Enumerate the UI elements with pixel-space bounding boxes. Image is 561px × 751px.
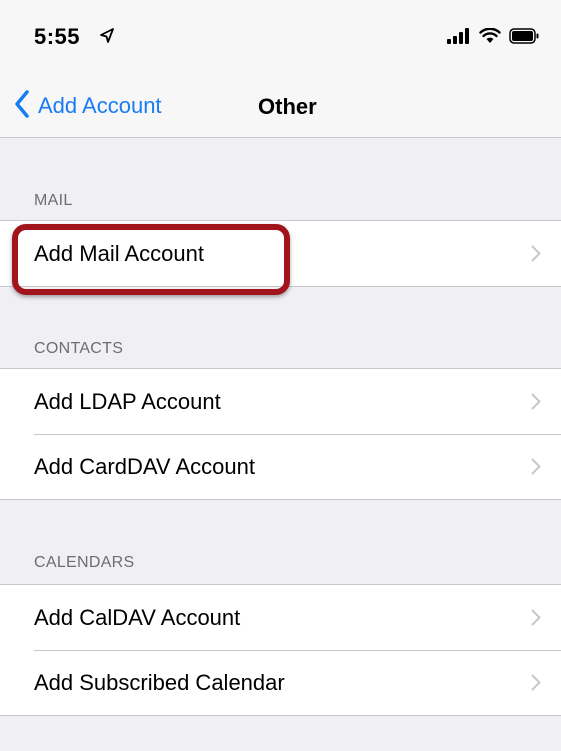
add-subscribed-calendar-row[interactable]: Add Subscribed Calendar	[0, 650, 561, 715]
status-icons	[447, 27, 539, 49]
add-caldav-account-row[interactable]: Add CalDAV Account	[0, 585, 561, 650]
chevron-right-icon	[531, 609, 541, 631]
back-button-label: Add Account	[38, 93, 162, 118]
back-button[interactable]: Add Account	[14, 88, 162, 124]
status-time: 5:55	[34, 24, 81, 49]
add-ldap-account-row[interactable]: Add LDAP Account	[0, 369, 561, 434]
wifi-icon	[479, 27, 501, 49]
chevron-right-icon	[531, 458, 541, 480]
section-header-calendars: CALENDARS	[34, 554, 135, 571]
calendars-group: Add CalDAV Account Add Subscribed Calend…	[0, 584, 561, 716]
section-header-mail: MAIL	[34, 192, 73, 209]
contacts-group: Add LDAP Account Add CardDAV Account	[0, 368, 561, 500]
add-mail-account-row[interactable]: Add Mail Account	[0, 221, 561, 286]
battery-icon	[509, 28, 539, 49]
chevron-right-icon	[531, 674, 541, 696]
row-label: Add CardDAV Account	[34, 453, 255, 479]
status-bar: 5:55	[0, 0, 561, 78]
navigation-bar: Add Account Other	[0, 78, 561, 138]
row-label: Add Subscribed Calendar	[34, 669, 285, 695]
page-title: Other	[258, 94, 317, 119]
cellular-signal-icon	[447, 28, 471, 49]
row-label: Add CalDAV Account	[34, 604, 241, 630]
row-label: Add LDAP Account	[34, 388, 221, 414]
mail-group: Add Mail Account	[0, 220, 561, 287]
add-carddav-account-row[interactable]: Add CardDAV Account	[0, 434, 561, 499]
row-label: Add Mail Account	[34, 240, 204, 266]
location-arrow-icon	[100, 28, 114, 49]
chevron-left-icon	[14, 89, 30, 123]
chevron-right-icon	[531, 245, 541, 267]
chevron-right-icon	[531, 393, 541, 415]
section-header-contacts: CONTACTS	[34, 340, 124, 357]
